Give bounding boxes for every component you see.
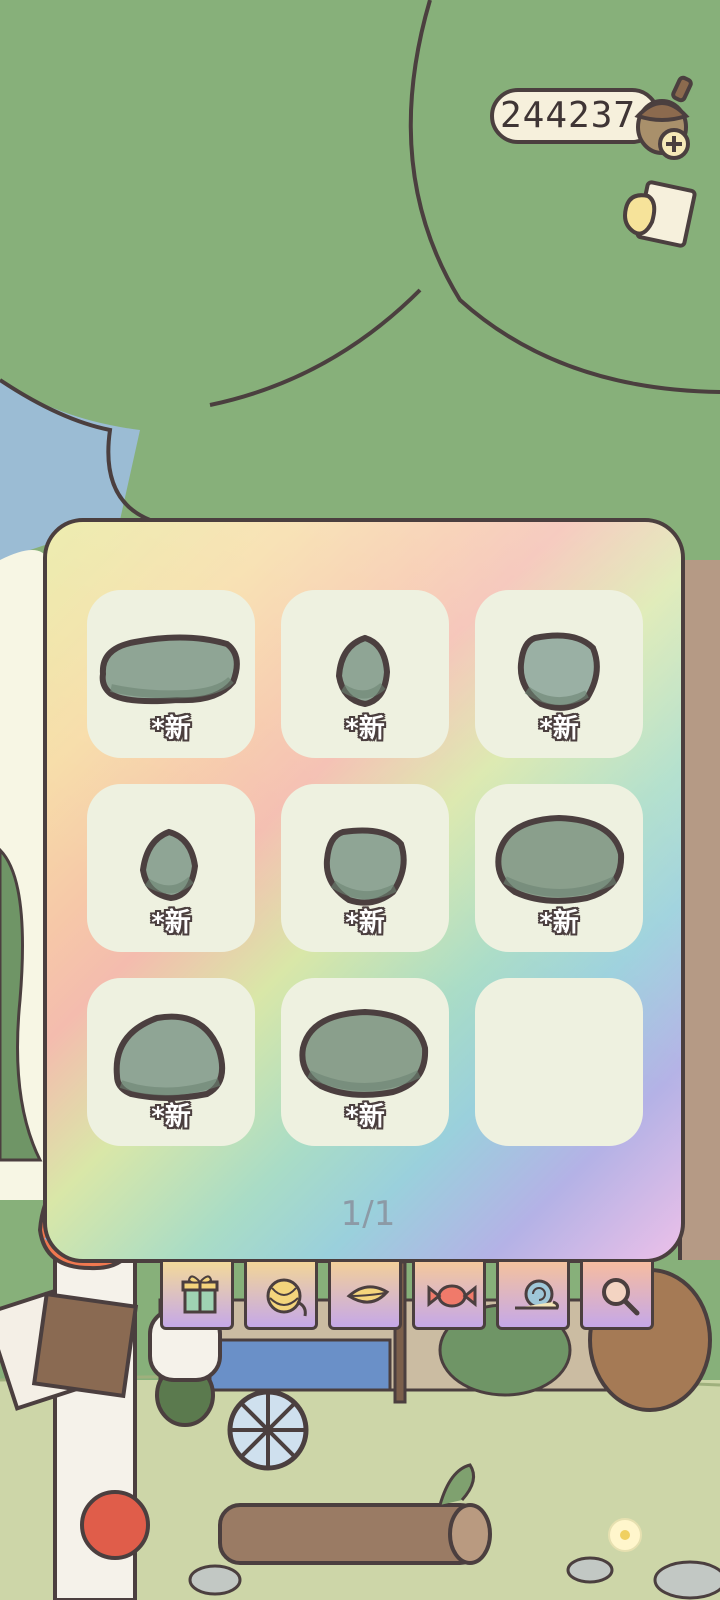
inventory-slot[interactable]: *新 <box>475 784 643 952</box>
magnifier-icon <box>602 1278 640 1316</box>
mail-icon[interactable] <box>620 178 700 258</box>
yarn-icon <box>266 1278 307 1317</box>
inventory-slot[interactable]: *新 <box>281 978 449 1146</box>
inventory-slot[interactable]: *新 <box>87 590 255 758</box>
inventory-panel: *新 *新 *新 *新 *新 *新 *新 *新 1/1 <box>43 518 685 1263</box>
new-item-label: *新 <box>151 714 191 744</box>
inventory-slot[interactable]: *新 <box>475 590 643 758</box>
leaf-icon <box>346 1285 390 1304</box>
new-item-label: *新 <box>345 714 385 744</box>
new-item-label: *新 <box>151 908 191 938</box>
inventory-slot[interactable]: *新 <box>87 784 255 952</box>
candy-icon <box>427 1284 477 1308</box>
snail-icon <box>515 1279 559 1310</box>
tab-snail[interactable] <box>496 1262 570 1330</box>
inventory-slot-empty <box>475 978 643 1146</box>
inventory-slot[interactable]: *新 <box>281 590 449 758</box>
tab-leaves[interactable] <box>328 1262 402 1330</box>
tab-candy[interactable] <box>412 1262 486 1330</box>
inventory-slot[interactable]: *新 <box>281 784 449 952</box>
tab-gifts[interactable] <box>160 1262 234 1330</box>
new-item-label: *新 <box>345 908 385 938</box>
tab-search[interactable] <box>580 1262 654 1330</box>
tab-yarn[interactable] <box>244 1262 318 1330</box>
new-item-label: *新 <box>151 1102 191 1132</box>
new-item-label: *新 <box>539 908 579 938</box>
acorn-icon[interactable] <box>628 72 708 172</box>
inventory-slot[interactable]: *新 <box>87 978 255 1146</box>
new-item-label: *新 <box>345 1102 385 1132</box>
new-item-label: *新 <box>539 714 579 744</box>
gift-icon <box>181 1275 219 1314</box>
page-indicator: 1/1 <box>340 1194 396 1234</box>
